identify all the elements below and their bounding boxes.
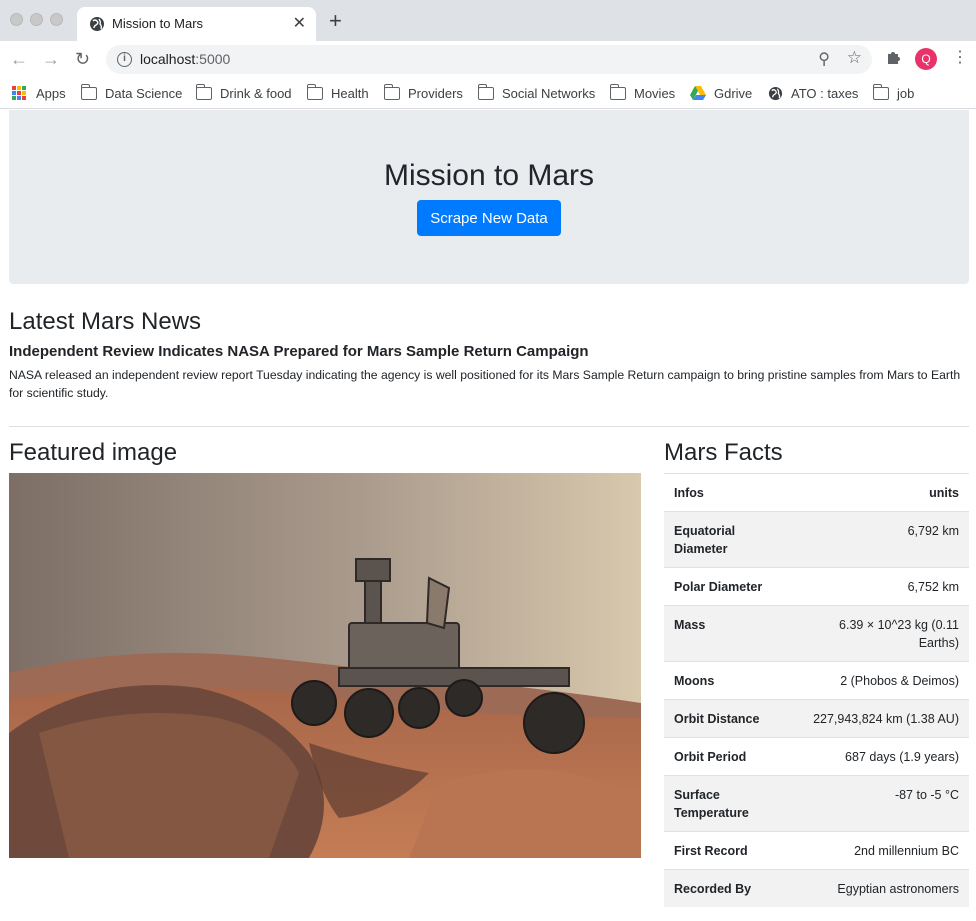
bookmark-gdrive[interactable]: Gdrive	[690, 83, 752, 103]
fact-label: Mass	[664, 605, 801, 662]
bookmark-drink-food[interactable]: Drink & food	[195, 83, 292, 103]
browser-tab[interactable]: Mission to Mars ✕	[77, 7, 316, 41]
window-minimize-control[interactable]	[30, 13, 43, 26]
globe-icon	[90, 17, 104, 31]
fact-label: Moons	[664, 661, 801, 700]
table-row: Mass 6.39 × 10^23 kg (0.11 Earths)	[664, 605, 969, 662]
page-title: Mission to Mars	[383, 159, 595, 192]
tab-close-icon[interactable]: ✕	[293, 13, 306, 33]
bookmark-apps[interactable]: Apps	[12, 83, 66, 103]
mars-rover-image	[9, 473, 641, 858]
tab-title: Mission to Mars	[112, 16, 204, 31]
fact-label: Orbit Distance	[664, 699, 801, 738]
bookmark-label: ATO : taxes	[791, 85, 859, 101]
folder-icon	[872, 83, 889, 100]
window-zoom-control[interactable]	[50, 13, 63, 26]
mars-facts-table: Infos units Equatorial Diameter 6,792 km…	[664, 473, 969, 907]
browser-tab-bar: Mission to Mars ✕ +	[0, 0, 976, 41]
extensions-icon[interactable]	[885, 49, 901, 65]
table-row: Polar Diameter 6,752 km	[664, 567, 969, 606]
folder-icon	[80, 83, 97, 100]
scrape-new-data-button[interactable]: Scrape New Data	[417, 200, 561, 236]
featured-image	[9, 473, 641, 858]
jumbotron: Mission to Mars Scrape New Data	[9, 110, 969, 284]
table-row: Equatorial Diameter 6,792 km	[664, 511, 969, 568]
bookmark-movies[interactable]: Movies	[609, 83, 676, 103]
fact-value: 687 days (1.9 years)	[800, 737, 969, 776]
bookmark-ato-taxes[interactable]: ATO : taxes	[768, 83, 858, 103]
fact-label: Surface Temperature	[664, 775, 801, 832]
bookmark-label: Providers	[408, 85, 463, 101]
header-units: units	[800, 473, 969, 512]
google-drive-icon	[690, 86, 706, 100]
fact-value: 2 (Phobos & Deimos)	[800, 661, 969, 700]
fact-label: Equatorial Diameter	[664, 511, 801, 568]
fact-value: 6,792 km	[800, 511, 969, 568]
news-paragraph: NASA released an independent review repo…	[9, 368, 961, 400]
bookmarks-bar: Apps Data Science Drink & food Health Pr…	[0, 78, 976, 109]
url-text: localhost:5000	[140, 51, 231, 67]
table-row: Surface Temperature -87 to -5 °C	[664, 775, 969, 832]
bookmark-label: Health	[331, 85, 369, 101]
bookmark-providers[interactable]: Providers	[383, 83, 463, 103]
table-row: First Record 2nd millennium BC	[664, 831, 969, 870]
table-row: Moons 2 (Phobos & Deimos)	[664, 661, 969, 700]
table-header-row: Infos units	[664, 473, 969, 512]
fact-label: First Record	[664, 831, 801, 870]
new-tab-icon[interactable]: +	[329, 10, 342, 32]
zoom-icon[interactable]: ⚲	[818, 49, 830, 69]
bookmark-data-science[interactable]: Data Science	[80, 83, 183, 103]
fact-label: Recorded By	[664, 869, 801, 907]
bookmark-label: Movies	[634, 85, 676, 101]
bookmark-label: job	[897, 85, 915, 101]
profile-avatar[interactable]: Q	[915, 48, 937, 70]
window-close-control[interactable]	[10, 13, 23, 26]
site-info-icon[interactable]: i	[117, 52, 132, 67]
bookmark-label: Apps	[36, 85, 66, 101]
apps-grid-icon	[12, 86, 26, 100]
mars-facts-heading: Mars Facts	[664, 439, 783, 466]
bookmark-label: Data Science	[105, 85, 183, 101]
folder-icon	[195, 83, 212, 100]
fact-label: Orbit Period	[664, 737, 801, 776]
news-heading: Latest Mars News	[9, 308, 202, 335]
address-bar[interactable]: i localhost:5000 ⚲ ☆	[106, 45, 872, 74]
folder-icon	[609, 83, 626, 100]
forward-icon[interactable]: →	[42, 49, 60, 69]
table-row: Orbit Distance 227,943,824 km (1.38 AU)	[664, 699, 969, 738]
fact-label: Polar Diameter	[664, 567, 801, 606]
reload-icon[interactable]: ↻	[75, 49, 90, 69]
bookmark-label: Social Networks	[502, 85, 596, 101]
bookmark-label: Drink & food	[220, 85, 292, 101]
fact-value: 6.39 × 10^23 kg (0.11 Earths)	[800, 605, 969, 662]
browser-toolbar: ← → ↻ i localhost:5000 ⚲ ☆	[0, 41, 976, 78]
fact-value: 227,943,824 km (1.38 AU)	[800, 699, 969, 738]
bookmark-star-icon[interactable]: ☆	[847, 48, 862, 68]
divider	[9, 426, 969, 427]
bookmark-label: Gdrive	[714, 85, 753, 101]
header-infos: Infos	[664, 473, 801, 512]
folder-icon	[306, 83, 323, 100]
back-icon[interactable]: ←	[10, 49, 28, 69]
bookmark-health[interactable]: Health	[306, 83, 369, 103]
news-title: Independent Review Indicates NASA Prepar…	[9, 343, 589, 360]
bookmark-job[interactable]: job	[872, 83, 915, 103]
folder-icon	[477, 83, 494, 100]
bookmark-social-networks[interactable]: Social Networks	[477, 83, 596, 103]
table-row: Orbit Period 687 days (1.9 years)	[664, 737, 969, 776]
folder-icon	[383, 83, 400, 100]
fact-value: 6,752 km	[800, 567, 969, 606]
browser-menu-icon[interactable]: ⋮	[952, 50, 968, 66]
fact-value: Egyptian astronomers	[800, 869, 969, 907]
globe-icon	[768, 86, 783, 100]
featured-image-heading: Featured image	[9, 439, 178, 466]
fact-value: 2nd millennium BC	[800, 831, 969, 870]
fact-value: -87 to -5 °C	[800, 775, 969, 832]
table-row: Recorded By Egyptian astronomers	[664, 869, 969, 907]
